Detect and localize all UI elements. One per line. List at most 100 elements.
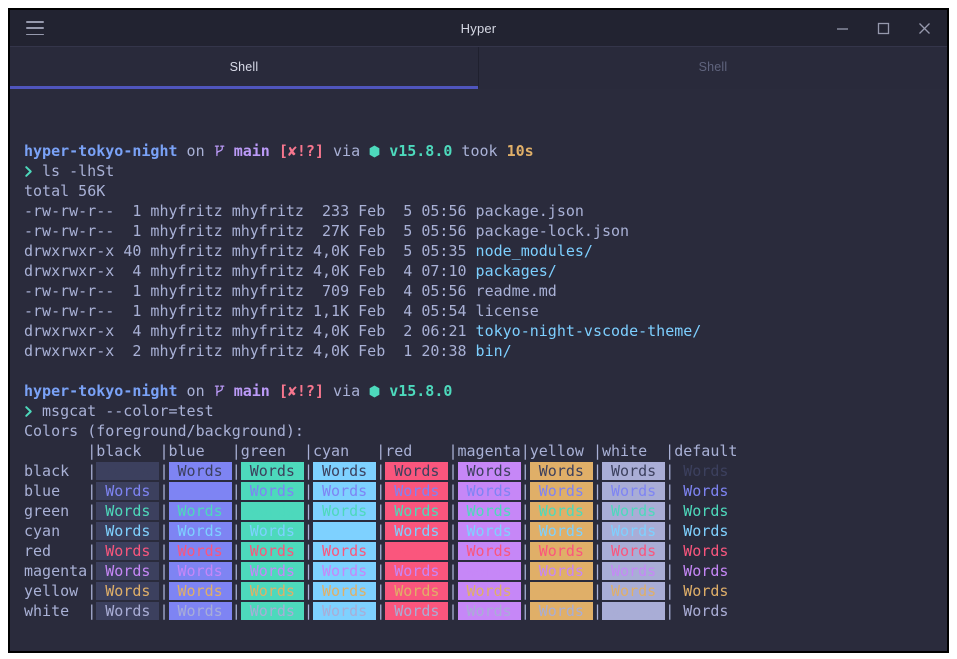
terminal-text-segment: -rw-rw-r-- 1 mhyfritz mhyfritz 27K Feb 5… [24,222,476,240]
terminal-text-segment: | [665,562,675,580]
color-table-row: magenta| Words | Words | Words | Words |… [24,561,947,581]
terminal-text-segment: | [87,582,97,600]
terminal-text-segment: Words [602,522,666,540]
maximize-button[interactable] [877,22,890,35]
terminal[interactable]: hyper-tokyo-night on main [✘!?] via v15.… [10,91,947,651]
terminal-text-segment: main [233,142,270,160]
color-table-header: |black |blue |green |cyan |red |magenta|… [24,441,947,461]
terminal-text-segment: -rw-rw-r-- 1 mhyfritz mhyfritz 233 Feb 5… [24,202,476,220]
terminal-line: total 56K [24,181,947,201]
terminal-text-segment: Words [240,602,304,620]
chevron-icon [24,162,33,180]
terminal-text-segment: Words [96,582,160,600]
terminal-line: drwxrwxr-x 2 mhyfritz mhyfritz 4,0K Feb … [24,341,947,361]
terminal-text-segment: | [159,602,169,620]
terminal-text-segment: Words [674,542,738,560]
terminal-text-segment: | [520,502,530,520]
terminal-text-segment: | [87,462,97,480]
terminal-text-segment: | [520,542,530,560]
terminal-text-segment: [✘!?] [278,382,324,400]
color-table-row: black | Words | Words | Words | Words | … [24,461,947,481]
terminal-text-segment: | [520,582,530,600]
terminal-text-segment: Words [240,542,304,560]
terminal-text-segment: Words [457,502,521,520]
terminal-text-segment: Words [313,562,377,580]
terminal-line: -rw-rw-r-- 1 mhyfritz mhyfritz 709 Feb 4… [24,281,947,301]
window-controls [836,22,931,35]
terminal-text-segment: Words [674,602,738,620]
terminal-text-segment: Words [240,462,304,480]
terminal-text-segment: | [376,462,386,480]
terminal-text-segment: Words [168,502,232,520]
terminal-text-segment: | [87,502,97,520]
terminal-text-segment: hyper-tokyo-night [24,142,178,160]
terminal-text-segment: yellow [24,582,88,600]
terminal-text-segment: | [376,582,386,600]
terminal-text-segment: | [520,522,530,540]
terminal-text-segment: Words [313,522,377,540]
terminal-line: msgcat --color=test [24,401,947,421]
hyper-window: Hyper Shell Shell hyper-tokyo-night on m… [8,8,949,653]
terminal-text-segment: | [592,542,602,560]
terminal-text-segment: Words [457,562,521,580]
terminal-text-segment: black [24,462,88,480]
terminal-line: drwxrwxr-x 4 mhyfritz mhyfritz 4,0K Feb … [24,321,947,341]
terminal-text-segment: red [24,542,88,560]
terminal-text-segment: Words [674,502,738,520]
terminal-text-segment: Words [96,462,160,480]
node-icon [369,142,380,160]
terminal-text-segment: Words [602,462,666,480]
tab-shell-inactive[interactable]: Shell [478,47,947,89]
terminal-text-segment: | [87,482,97,500]
terminal-text-segment: on [177,142,214,160]
terminal-line: -rw-rw-r-- 1 mhyfritz mhyfritz 27K Feb 5… [24,221,947,241]
terminal-text-segment: | [231,482,241,500]
terminal-text-segment: | [303,602,313,620]
terminal-text-segment: package-lock.json [475,222,630,240]
terminal-text-segment: | [592,462,602,480]
terminal-text-segment: Words [313,502,377,520]
terminal-text-segment: Words [96,542,160,560]
terminal-text-segment: Words [674,482,738,500]
color-table-row: cyan | Words | Words | Words | Words | W… [24,521,947,541]
terminal-text-segment: | [376,602,386,620]
terminal-text-segment: | [520,482,530,500]
hamburger-menu-icon[interactable] [26,21,44,35]
terminal-text-segment: Words [674,462,738,480]
color-table-row: white | Words | Words | Words | Words | … [24,601,947,621]
terminal-text-segment: msgcat --color=test [33,402,214,420]
minimize-button[interactable] [836,22,849,35]
tab-shell-active[interactable]: Shell [10,47,478,89]
terminal-text-segment: drwxrwxr-x 40 mhyfritz mhyfritz 4,0K Feb… [24,242,476,260]
terminal-text-segment: Words [602,482,666,500]
terminal-line: hyper-tokyo-night on main [✘!?] via v15.… [24,381,947,401]
terminal-text-segment: white [24,602,88,620]
terminal-text-segment: Words [529,562,593,580]
terminal-text-segment: drwxrwxr-x 4 mhyfritz mhyfritz 4,0K Feb … [24,322,476,340]
terminal-text-segment: | [665,542,675,560]
terminal-text-segment: drwxrwxr-x 2 mhyfritz mhyfritz 4,0K Feb … [24,342,476,360]
close-button[interactable] [918,22,931,35]
terminal-text-segment: Words [602,542,666,560]
terminal-text-segment: 10s [506,142,534,160]
terminal-text-segment: Words [313,542,377,560]
terminal-text-segment: | [448,462,458,480]
git-branch-icon [214,142,225,160]
chevron-icon [24,402,33,420]
terminal-text-segment: package.json [475,202,584,220]
terminal-text-segment: Words [168,482,232,500]
terminal-text-segment: Words [240,482,304,500]
terminal-text-segment: Words [385,602,449,620]
terminal-text-segment: [✘!?] [278,142,324,160]
terminal-text-segment: | [592,482,602,500]
terminal-text-segment: | [665,502,675,520]
terminal-line: drwxrwxr-x 4 mhyfritz mhyfritz 4,0K Feb … [24,261,947,281]
terminal-text-segment: via [324,382,370,400]
terminal-text-segment: Words [674,562,738,580]
